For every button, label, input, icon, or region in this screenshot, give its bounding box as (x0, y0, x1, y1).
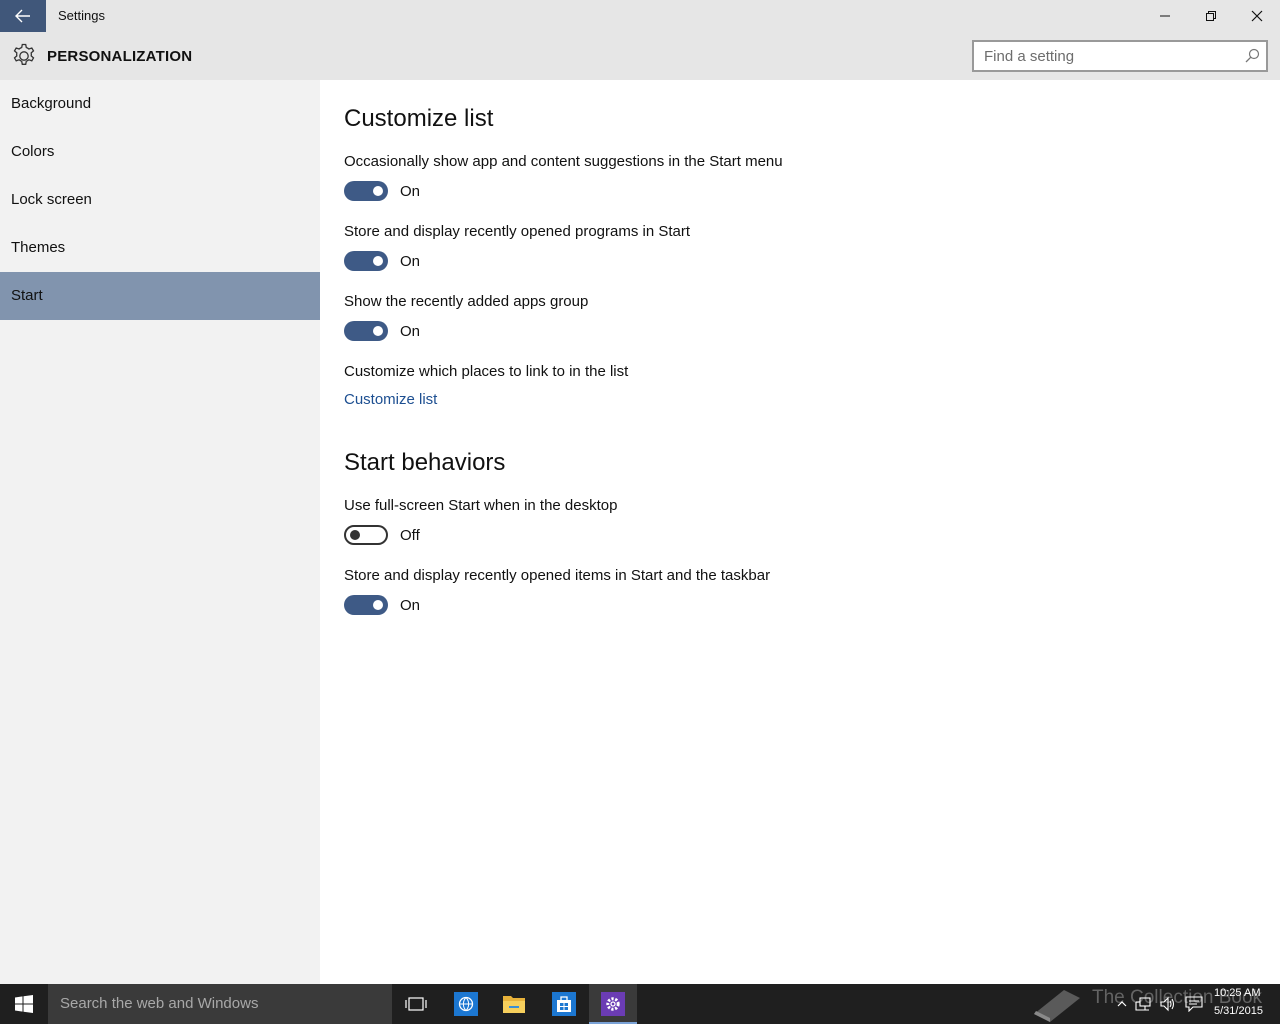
show-hidden-icons-button[interactable] (1112, 994, 1132, 1014)
close-button[interactable] (1234, 0, 1280, 32)
search-icon[interactable] (1244, 48, 1260, 64)
search-input[interactable] (974, 42, 1240, 70)
file-explorer-icon (503, 996, 525, 1013)
start-button[interactable] (0, 984, 48, 1024)
sidebar-item-themes[interactable]: Themes (0, 224, 320, 272)
section-title-start-behaviors: Start behaviors (344, 449, 506, 476)
window-title: Settings (58, 8, 105, 23)
sidebar-item-start[interactable]: Start (0, 272, 320, 320)
toggle-knob (373, 256, 383, 266)
volume-button[interactable] (1158, 994, 1178, 1014)
minimize-icon (1160, 15, 1170, 17)
toggle-knob (373, 186, 383, 196)
title-bar: Settings (0, 0, 1280, 32)
settings-header: PERSONALIZATION (0, 32, 1280, 80)
back-arrow-icon (15, 9, 30, 23)
gear-icon (13, 43, 35, 65)
task-view-icon (405, 997, 427, 1011)
taskbar-edge-button[interactable] (442, 984, 490, 1024)
minimize-button[interactable] (1142, 0, 1188, 32)
toggle-recent-items[interactable] (344, 595, 388, 615)
toggle-state-suggestions: On (400, 183, 421, 200)
section-title-customize-list: Customize list (344, 105, 494, 132)
setting-label-recently-added: Show the recently added apps group (344, 293, 589, 310)
settings-icon (601, 992, 625, 1016)
store-icon (552, 992, 576, 1016)
taskbar: Search the web and Windows The Collectio… (0, 984, 1280, 1024)
sidebar-item-background[interactable]: Background (0, 80, 320, 128)
toggle-state-recent-items: On (400, 597, 421, 614)
back-button[interactable] (0, 0, 46, 32)
taskbar-search-text: Search the web and Windows (60, 995, 259, 1012)
customize-list-link[interactable]: Customize list (344, 391, 437, 408)
volume-icon (1160, 996, 1175, 1012)
edge-icon (454, 992, 478, 1016)
toggle-state-recently-added: On (400, 323, 421, 340)
clock-time[interactable]: 10:25 AM (1214, 987, 1260, 999)
network-icon (1135, 997, 1151, 1011)
action-center-icon (1185, 996, 1203, 1012)
chevron-up-icon (1117, 1001, 1127, 1007)
toggle-recently-added[interactable] (344, 321, 388, 341)
task-view-button[interactable] (392, 984, 440, 1024)
main-content: Customize list Occasionally show app and… (320, 80, 1280, 984)
clock-date[interactable]: 5/31/2015 (1214, 1005, 1263, 1017)
network-button[interactable] (1134, 994, 1154, 1014)
book-icon (1034, 990, 1080, 1022)
action-center-button[interactable] (1184, 994, 1204, 1014)
toggle-suggestions[interactable] (344, 181, 388, 201)
toggle-knob (350, 530, 360, 540)
toggle-full-screen[interactable] (344, 525, 388, 545)
toggle-knob (373, 326, 383, 336)
toggle-recent-programs[interactable] (344, 251, 388, 271)
taskbar-store-button[interactable] (540, 984, 588, 1024)
setting-label-full-screen: Use full-screen Start when in the deskto… (344, 497, 618, 514)
restore-icon (1206, 11, 1216, 21)
toggle-state-recent-programs: On (400, 253, 421, 270)
setting-label-suggestions: Occasionally show app and content sugges… (344, 153, 783, 170)
toggle-state-full-screen: Off (400, 527, 420, 544)
setting-label-places: Customize which places to link to in the… (344, 363, 629, 380)
sidebar: Background Colors Lock screen Themes Sta… (0, 80, 320, 984)
page-title: PERSONALIZATION (47, 48, 193, 65)
taskbar-file-explorer-button[interactable] (490, 984, 538, 1024)
setting-label-recent-programs: Store and display recently opened progra… (344, 223, 691, 240)
search-box[interactable] (972, 40, 1268, 72)
sidebar-item-lock-screen[interactable]: Lock screen (0, 176, 320, 224)
sidebar-item-colors[interactable]: Colors (0, 128, 320, 176)
close-icon (1251, 10, 1263, 22)
taskbar-settings-button[interactable] (589, 984, 637, 1024)
taskbar-search-box[interactable]: Search the web and Windows (48, 984, 392, 1024)
windows-logo-icon (15, 995, 33, 1013)
restore-button[interactable] (1188, 0, 1234, 32)
toggle-knob (373, 600, 383, 610)
setting-label-recent-items: Store and display recently opened items … (344, 567, 771, 584)
